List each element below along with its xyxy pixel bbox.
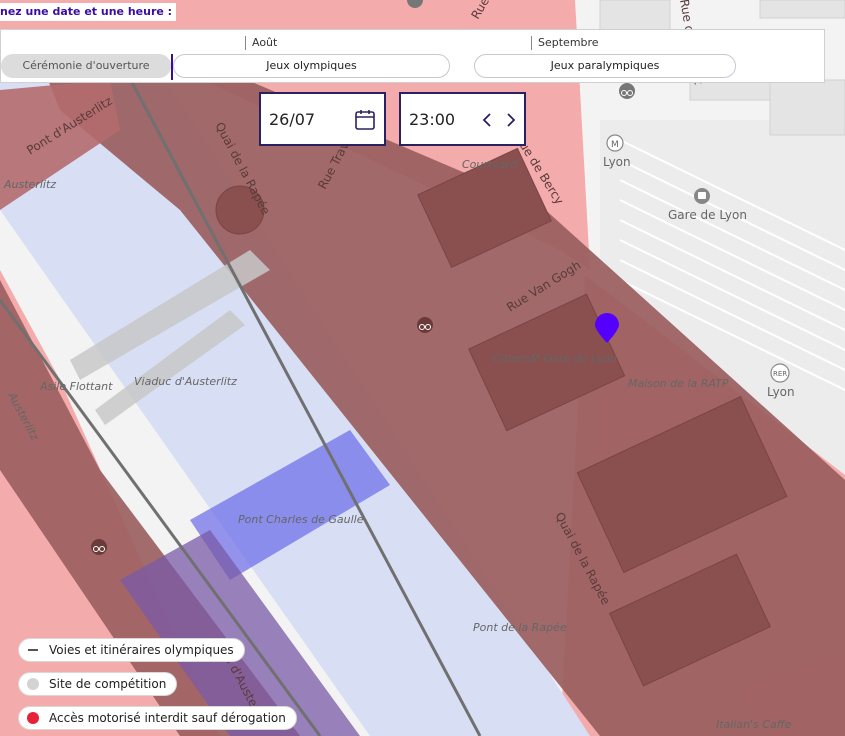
timeline-bar: Août Septembre Cérémonie d'ouverture Jeu… (0, 29, 825, 83)
month-label-septembre: Septembre (531, 36, 599, 50)
legend-item-restricted-access[interactable]: Accès motorisé interdit sauf dérogation (18, 706, 297, 730)
date-time-prompt: nez une date et une heure : (0, 3, 177, 21)
legend-label: Site de compétition (49, 677, 167, 691)
place-label-viaduc-austerlitz: Viaduc d'Austerlitz (134, 375, 237, 388)
period-jeux-olympiques[interactable]: Jeux olympiques (173, 54, 450, 78)
line-swatch-icon (28, 649, 38, 651)
place-label-pont-rapee: Pont de la Rapée (473, 621, 567, 634)
period-ceremonie-ouverture[interactable]: Cérémonie d'ouverture (1, 54, 171, 78)
place-label-pont-charles-de-gaulle: Pont Charles de Gaulle (238, 513, 364, 526)
month-label-aout: Août (245, 36, 277, 50)
bike-station-icon[interactable] (91, 539, 107, 555)
legend-item-competition-site[interactable]: Site de compétition (18, 672, 178, 696)
metro-station-label: Lyon (603, 155, 631, 169)
svg-text:RER: RER (773, 370, 787, 378)
place-label-austerlitz-1: Austerlitz (3, 178, 56, 191)
train-station-label: Gare de Lyon (668, 208, 747, 222)
rer-station-label: Lyon (767, 385, 795, 399)
bike-station-icon[interactable] (619, 83, 635, 99)
time-value[interactable]: 23:00 (409, 110, 455, 129)
chevron-right-icon[interactable] (505, 112, 517, 132)
place-label-citizenm: CitizenM Gare de Lyon (493, 352, 617, 365)
period-jeux-paralympiques[interactable]: Jeux paralympiques (474, 54, 736, 78)
time-picker[interactable]: 23:00 (399, 92, 526, 146)
dot-swatch-icon (27, 712, 39, 724)
chevron-left-icon[interactable] (481, 112, 493, 132)
date-value[interactable]: 26/07 (269, 110, 315, 129)
calendar-icon[interactable] (355, 109, 375, 135)
place-label-maison-ratp: Maison de la RATP (628, 377, 729, 390)
place-label-italians-caffe: Italian's Caffe (716, 718, 792, 731)
svg-text:M: M (611, 140, 619, 150)
legend-label: Voies et itinéraires olympiques (49, 643, 234, 657)
bike-station-icon[interactable] (417, 317, 433, 333)
place-label-asile-flottant: Asile Flottant (39, 380, 113, 393)
dot-swatch-icon (27, 678, 39, 690)
legend-label: Accès motorisé interdit sauf dérogation (49, 711, 286, 725)
date-picker[interactable]: 26/07 (259, 92, 386, 146)
place-label-courtyard: Courtyard (462, 158, 518, 171)
legend-item-olympic-lanes[interactable]: Voies et itinéraires olympiques (18, 638, 245, 662)
